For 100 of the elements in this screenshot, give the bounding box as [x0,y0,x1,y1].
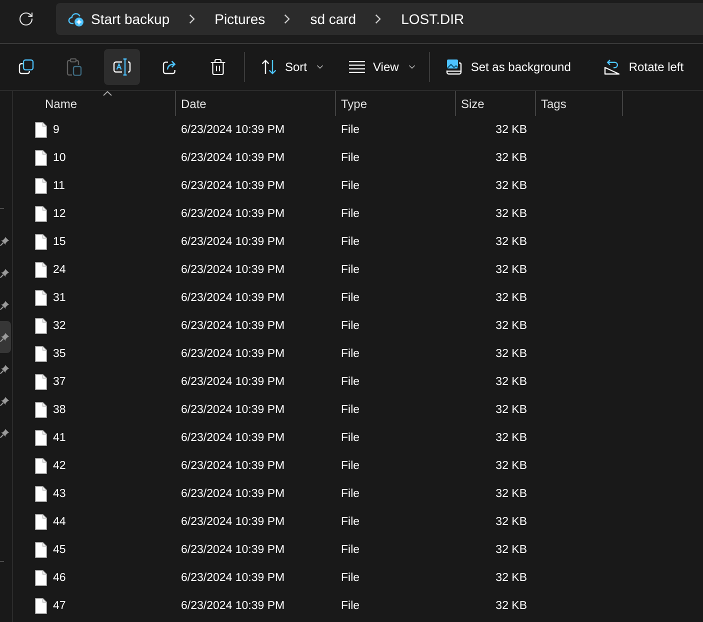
pin-icon [0,332,9,342]
breadcrumb-item[interactable]: Start backup [87,5,174,33]
file-icon [35,122,47,138]
file-icon [35,290,47,306]
size-cell-text: 32 KB [494,320,528,332]
file-name: 11 [53,180,65,192]
date-cell-text: 6/23/2024 10:39 PM [180,208,286,220]
file-name: 43 [53,488,66,500]
column-header[interactable]: Size [455,91,535,116]
file-icon [35,486,47,502]
column-header[interactable]: Tags [535,91,623,116]
sort-arrows-icon [261,59,277,75]
type-cell-text: File [340,124,361,136]
type-cell-text: File [340,320,361,332]
pin-icon [0,396,9,406]
date-cell-text: 6/23/2024 10:39 PM [180,320,286,332]
address-bar[interactable]: Start backup Pictures sd card LOST.DIR [56,3,703,35]
date-cell-text: 6/23/2024 10:39 PM [180,376,286,388]
caret-up-icon [103,91,112,96]
cloud-icon [68,11,84,27]
file-icon [35,374,47,390]
nav-item[interactable] [0,321,11,353]
file-icon [35,178,47,194]
trash-icon [209,58,227,76]
type-cell-text: File [340,544,361,556]
date-cell-text: 6/23/2024 10:39 PM [180,544,286,556]
breadcrumb-item[interactable]: Pictures [210,5,270,33]
file-name: 42 [53,460,66,472]
column-header[interactable]: Name [13,91,175,116]
type-cell-text: File [340,432,361,444]
size-cell-text: 32 KB [494,376,528,388]
chevron-right-icon [188,14,195,24]
file-icon [35,430,47,446]
file-name: 35 [53,348,66,360]
rotate-left-button[interactable]: Rotate left [596,49,692,85]
file-icon [35,598,47,614]
file-icon [35,234,47,250]
date-cell-text: 6/23/2024 10:39 PM [180,348,286,360]
date-cell-text: 6/23/2024 10:39 PM [180,516,286,528]
type-cell-text: File [340,264,361,276]
file-icon [35,458,47,474]
type-cell-text: File [340,572,361,584]
file-name: 31 [53,292,66,304]
column-header[interactable]: Type [335,91,455,116]
breadcrumb-item[interactable]: LOST.DIR [397,5,468,33]
file-name: 41 [53,432,66,444]
type-cell-text: File [340,348,361,360]
chevron-right-icon [375,14,382,24]
view-button[interactable]: View [341,49,425,85]
date-cell-text: 6/23/2024 10:39 PM [180,572,286,584]
size-cell-text: 32 KB [494,460,528,472]
file-name: 47 [53,600,66,612]
file-icon [35,542,47,558]
file-name: 9 [53,124,60,136]
copy-icon [18,59,34,75]
size-cell-text: 32 KB [494,152,528,164]
file-name: 46 [53,572,66,584]
rename-button[interactable] [104,49,140,85]
type-cell-text: File [340,516,361,528]
date-cell-text: 6/23/2024 10:39 PM [180,460,286,472]
pin-icon [0,300,9,310]
type-cell-text: File [340,180,361,192]
file-name: 24 [53,264,66,276]
type-cell-text: File [340,292,361,304]
set-background-button[interactable]: Set as background [438,49,579,85]
breadcrumb-item[interactable]: sd card [306,5,360,33]
column-header[interactable]: Date [175,91,335,116]
file-icon [35,570,47,586]
file-name: 32 [53,320,66,332]
text-cursor-icon [113,58,131,76]
date-cell-text: 6/23/2024 10:39 PM [180,180,286,192]
file-icon [35,346,47,362]
refresh-icon [18,11,34,27]
size-cell-text: 32 KB [494,544,528,556]
file-icon [35,262,47,278]
size-cell-text: 32 KB [494,600,528,612]
pin-icon [0,236,9,246]
date-cell-text: 6/23/2024 10:39 PM [180,264,286,276]
file-icon [35,318,47,334]
image-icon [446,59,462,75]
size-cell-text: 32 KB [494,208,528,220]
date-cell-text: 6/23/2024 10:39 PM [180,600,286,612]
share-icon [162,59,178,75]
type-cell-text: File [340,404,361,416]
file-icon [35,514,47,530]
size-cell-text: 32 KB [494,432,528,444]
type-cell-text: File [340,152,361,164]
date-cell-text: 6/23/2024 10:39 PM [180,292,286,304]
type-cell-text: File [340,600,361,612]
pin-icon [0,268,9,278]
size-cell-text: 32 KB [494,292,528,304]
chevron-right-icon [284,14,290,24]
pin-icon [0,364,9,374]
size-cell-text: 32 KB [494,572,528,584]
sort-button[interactable]: Sort [253,49,334,85]
file-name: 12 [53,208,66,220]
size-cell-text: 32 KB [494,348,528,360]
date-cell-text: 6/23/2024 10:39 PM [180,432,286,444]
size-cell-text: 32 KB [494,236,528,248]
type-cell-text: File [340,236,361,248]
